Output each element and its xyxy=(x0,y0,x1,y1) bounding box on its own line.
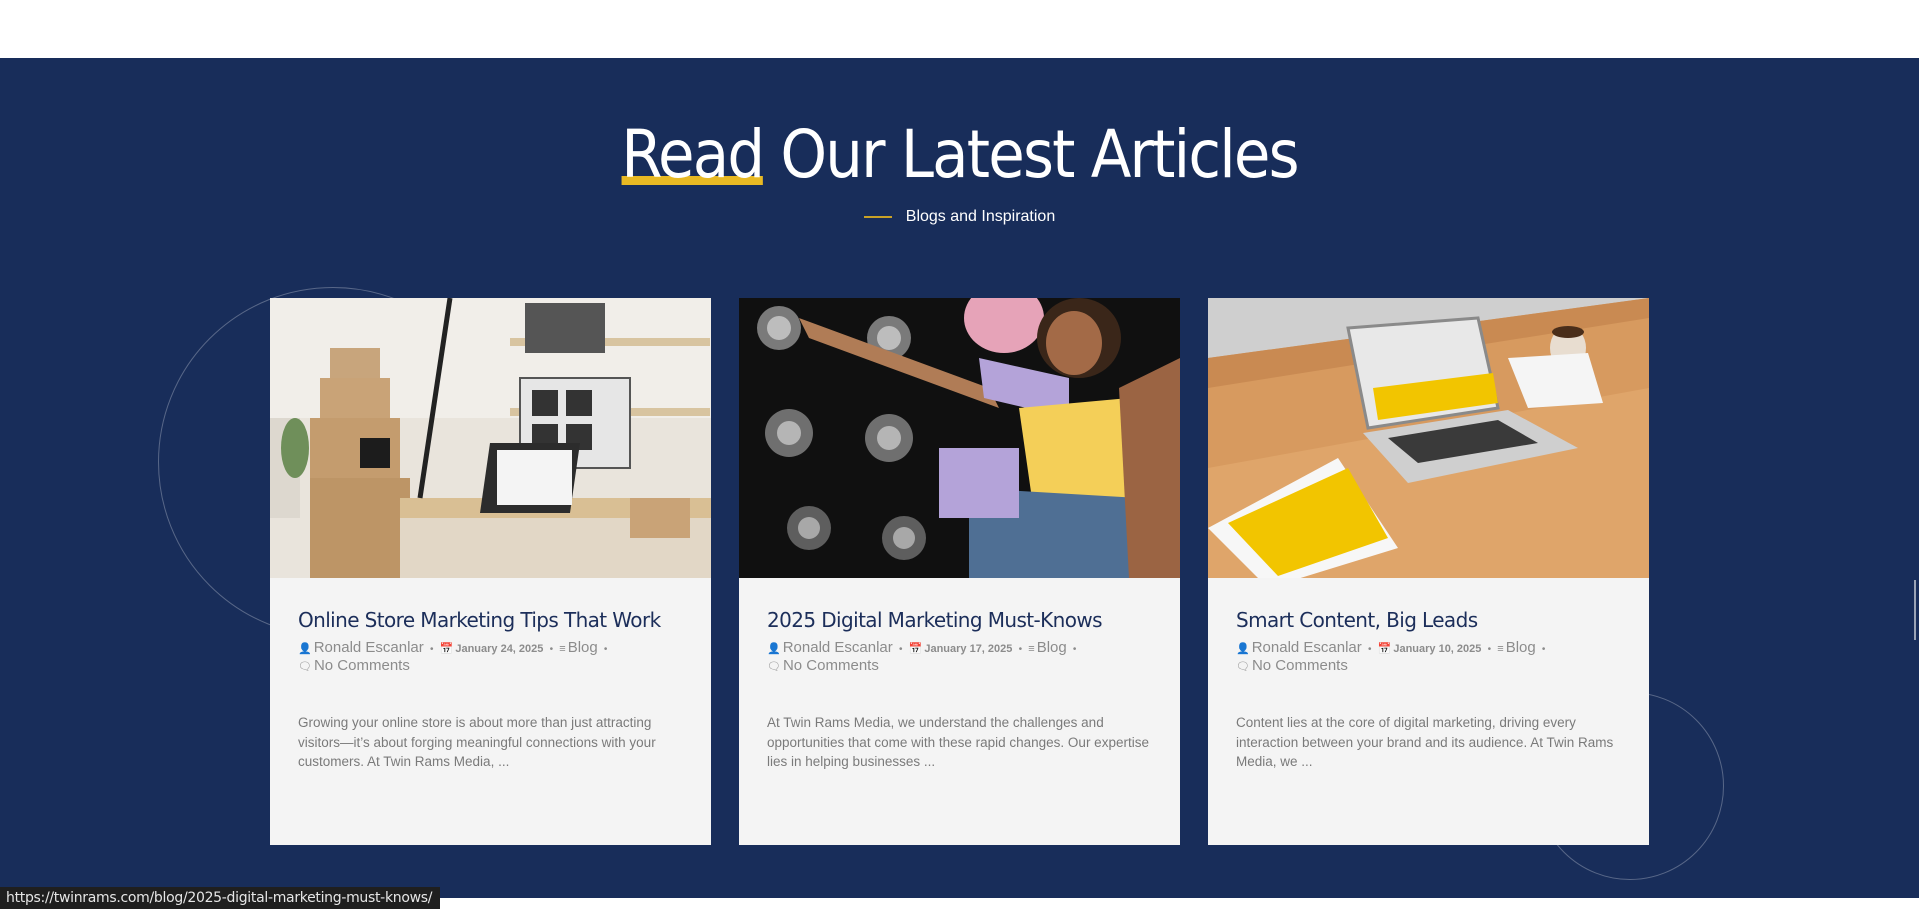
comments-icon: 🗨 xyxy=(1236,661,1250,673)
article-card-2[interactable]: 2025 Digital Marketing Must-Knows 👤 Ronal… xyxy=(739,298,1180,845)
article-excerpt: Content lies at the core of digital mark… xyxy=(1236,715,1614,769)
card-body: Smart Content, Big Leads 👤 Ronald Escanla… xyxy=(1236,608,1625,772)
subheading-text: Blogs and Inspiration xyxy=(905,208,1056,225)
heading-highlight-word: Read xyxy=(621,116,765,193)
comments-link[interactable]: No Comments xyxy=(783,657,879,674)
latest-articles-section: Read Our Latest Articles Blogs and Inspi… xyxy=(0,58,1919,898)
category-link[interactable]: Blog xyxy=(1506,639,1536,656)
category-link[interactable]: Blog xyxy=(568,639,598,656)
category-icon: ≡ xyxy=(1028,643,1035,655)
article-card-3[interactable]: Smart Content, Big Leads 👤 Ronald Escanla… xyxy=(1208,298,1649,845)
author-link[interactable]: Ronald Escanlar xyxy=(314,639,424,656)
comments-icon: 🗨 xyxy=(767,661,781,673)
user-icon: 👤 xyxy=(298,643,312,655)
article-card-1[interactable]: Online Store Marketing Tips That Work 👤 R… xyxy=(270,298,711,845)
article-excerpt: At Twin Rams Media, we understand the ch… xyxy=(767,715,1149,769)
post-date: January 24, 2025 xyxy=(455,643,544,655)
section-subheading: Blogs and Inspiration xyxy=(0,208,1919,226)
author-link[interactable]: Ronald Escanlar xyxy=(783,639,893,656)
top-white-strip xyxy=(0,0,1919,58)
article-title[interactable]: 2025 Digital Marketing Must-Knows xyxy=(767,608,1156,632)
comments-icon: 🗨 xyxy=(298,661,312,673)
post-date: January 17, 2025 xyxy=(924,643,1013,655)
category-icon: ≡ xyxy=(1497,643,1504,655)
subheading-dash xyxy=(863,216,892,218)
user-icon: 👤 xyxy=(1236,643,1250,655)
article-meta: 👤 Ronald Escanlar • 📅 January 24, 2025 • ≡… xyxy=(298,639,608,674)
comments-link[interactable]: No Comments xyxy=(314,657,410,674)
article-meta: 👤 Ronald Escanlar • 📅 January 17, 2025 • ≡… xyxy=(767,639,1077,674)
article-title[interactable]: Smart Content, Big Leads xyxy=(1236,608,1625,632)
article-image-two-women-celebrating[interactable] xyxy=(739,298,1180,578)
author-link[interactable]: Ronald Escanlar xyxy=(1252,639,1362,656)
comments-link[interactable]: No Comments xyxy=(1252,657,1348,674)
article-image-laptop-social-media-strategy[interactable] xyxy=(1208,298,1649,578)
category-icon: ≡ xyxy=(559,643,566,655)
section-heading: Read Our Latest Articles xyxy=(96,116,1823,193)
post-date: January 10, 2025 xyxy=(1393,643,1482,655)
calendar-icon: 📅 xyxy=(439,643,454,655)
heading-rest: Our Latest Articles xyxy=(763,116,1299,193)
calendar-icon: 📅 xyxy=(908,643,923,655)
article-image-ecommerce-workspace[interactable] xyxy=(270,298,711,578)
article-meta: 👤 Ronald Escanlar • 📅 January 10, 2025 • ≡… xyxy=(1236,639,1546,674)
browser-status-bar-url: https://twinrams.com/blog/2025-digital-m… xyxy=(0,887,441,909)
user-icon: 👤 xyxy=(767,643,781,655)
article-excerpt: Growing your online store is about more … xyxy=(298,715,656,769)
calendar-icon: 📅 xyxy=(1377,643,1392,655)
card-body: Online Store Marketing Tips That Work 👤 R… xyxy=(298,608,687,772)
article-title[interactable]: Online Store Marketing Tips That Work xyxy=(298,608,687,632)
card-body: 2025 Digital Marketing Must-Knows 👤 Ronal… xyxy=(767,608,1156,772)
category-link[interactable]: Blog xyxy=(1037,639,1067,656)
scrollbar-indicator[interactable] xyxy=(1914,580,1916,640)
